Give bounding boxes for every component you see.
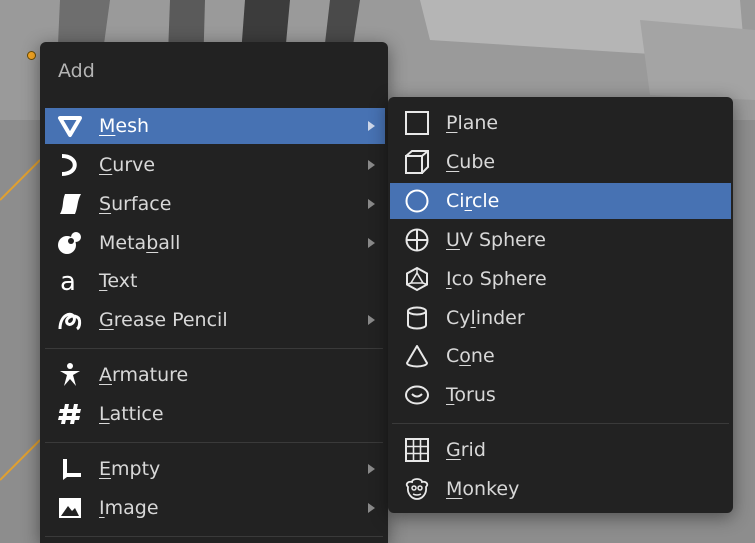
torus-icon bbox=[404, 380, 434, 410]
mesh-submenu: Plane Cube Circle UV Sphere Ico Sphere C… bbox=[388, 97, 733, 513]
submenu-arrow-icon bbox=[368, 160, 375, 170]
curve-icon bbox=[57, 150, 87, 180]
submenu-item-torus[interactable]: Torus bbox=[390, 377, 731, 413]
submenu-item-label: Torus bbox=[446, 384, 496, 406]
menu-item-grease-pencil[interactable]: Grease Pencil bbox=[45, 302, 385, 338]
cone-icon bbox=[404, 341, 434, 371]
mesh-icon bbox=[57, 111, 87, 141]
submenu-item-cube[interactable]: Cube bbox=[390, 144, 731, 180]
object-origin-dot bbox=[27, 51, 36, 60]
lattice-icon bbox=[57, 399, 87, 429]
menu-item-label: Curve bbox=[99, 154, 156, 176]
svg-text:a: a bbox=[60, 268, 76, 294]
menu-item-label: Image bbox=[99, 497, 159, 519]
submenu-item-label: Cone bbox=[446, 345, 495, 367]
grease-pencil-icon bbox=[57, 305, 87, 335]
submenu-item-label: Monkey bbox=[446, 478, 520, 500]
cube-icon bbox=[404, 147, 434, 177]
submenu-item-label: UV Sphere bbox=[446, 229, 546, 251]
menu-item-label: Lattice bbox=[99, 403, 164, 425]
image-icon bbox=[57, 493, 87, 523]
menu-item-label: Surface bbox=[99, 193, 172, 215]
uv-sphere-icon bbox=[404, 225, 434, 255]
submenu-item-label: Grid bbox=[446, 439, 486, 461]
submenu-item-ico-sphere[interactable]: Ico Sphere bbox=[390, 261, 731, 297]
submenu-item-uv-sphere[interactable]: UV Sphere bbox=[390, 222, 731, 258]
submenu-item-cylinder[interactable]: Cylinder bbox=[390, 300, 731, 336]
cylinder-icon bbox=[404, 303, 434, 333]
add-menu: Add Mesh Curve Surface Metaball a Text G… bbox=[40, 42, 388, 543]
menu-item-lattice[interactable]: Lattice bbox=[45, 396, 385, 432]
menu-item-label: Empty bbox=[99, 458, 161, 480]
menu-item-image[interactable]: Image bbox=[45, 490, 385, 526]
menu-item-curve[interactable]: Curve bbox=[45, 147, 385, 183]
menu-item-label: Armature bbox=[99, 364, 189, 386]
submenu-item-label: Cube bbox=[446, 151, 496, 173]
submenu-item-plane[interactable]: Plane bbox=[390, 105, 731, 141]
menu-item-surface[interactable]: Surface bbox=[45, 186, 385, 222]
menu-item-mesh[interactable]: Mesh bbox=[45, 108, 385, 144]
menu-item-metaball[interactable]: Metaball bbox=[45, 225, 385, 261]
circle-icon bbox=[404, 186, 434, 216]
menu-item-label: Metaball bbox=[99, 232, 181, 254]
submenu-arrow-icon bbox=[368, 121, 375, 131]
submenu-item-cone[interactable]: Cone bbox=[390, 338, 731, 374]
submenu-arrow-icon bbox=[368, 238, 375, 248]
menu-separator bbox=[45, 348, 383, 349]
menu-title: Add bbox=[58, 60, 95, 82]
submenu-item-label: Circle bbox=[446, 190, 500, 212]
menu-item-label: Text bbox=[99, 270, 138, 292]
submenu-item-grid[interactable]: Grid bbox=[390, 432, 731, 468]
submenu-arrow-icon bbox=[368, 199, 375, 209]
submenu-item-label: Cylinder bbox=[446, 307, 525, 329]
submenu-separator bbox=[392, 423, 729, 424]
surface-icon bbox=[57, 189, 87, 219]
submenu-item-circle[interactable]: Circle bbox=[390, 183, 731, 219]
menu-item-text[interactable]: a Text bbox=[45, 263, 385, 299]
text-icon: a bbox=[57, 266, 87, 296]
monkey-icon bbox=[404, 474, 434, 504]
grid-icon bbox=[404, 435, 434, 465]
plane-icon bbox=[404, 108, 434, 138]
menu-item-label: Grease Pencil bbox=[99, 309, 228, 331]
submenu-item-label: Plane bbox=[446, 112, 499, 134]
submenu-arrow-icon bbox=[368, 464, 375, 474]
armature-icon bbox=[57, 360, 87, 390]
submenu-arrow-icon bbox=[368, 315, 375, 325]
menu-item-armature[interactable]: Armature bbox=[45, 357, 385, 393]
menu-separator bbox=[45, 442, 383, 443]
empty-icon bbox=[57, 454, 87, 484]
ico-sphere-icon bbox=[404, 264, 434, 294]
submenu-item-monkey[interactable]: Monkey bbox=[390, 471, 731, 507]
submenu-arrow-icon bbox=[368, 503, 375, 513]
menu-item-empty[interactable]: Empty bbox=[45, 451, 385, 487]
menu-separator bbox=[45, 536, 383, 537]
menu-item-label: Mesh bbox=[99, 115, 150, 137]
submenu-item-label: Ico Sphere bbox=[446, 268, 547, 290]
metaball-icon bbox=[57, 228, 87, 258]
